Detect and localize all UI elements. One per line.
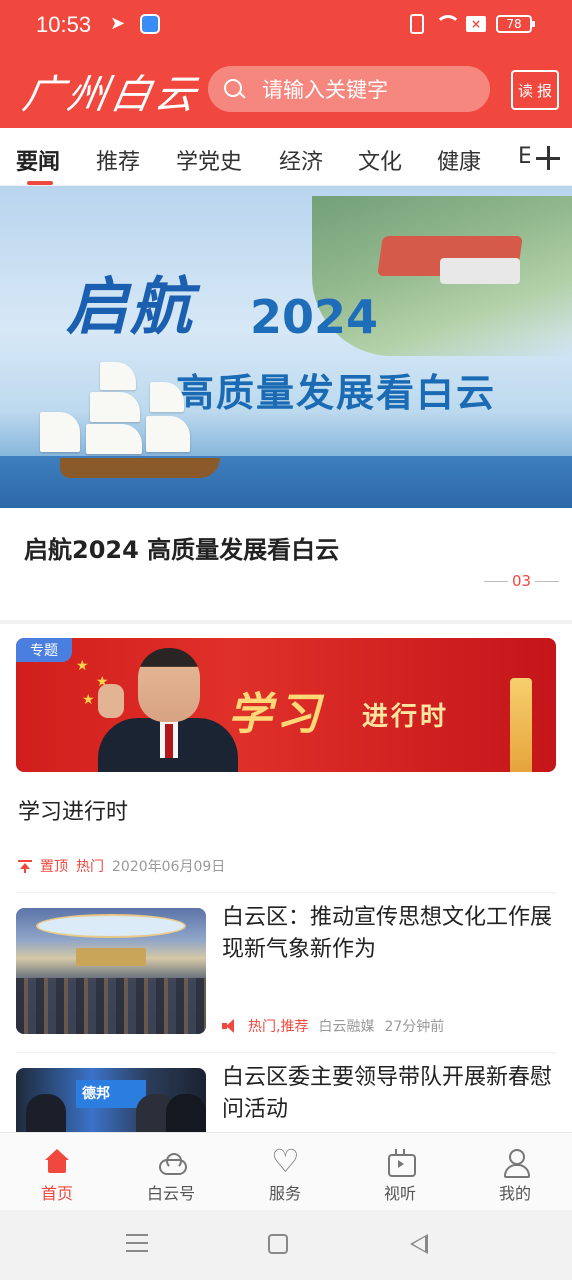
tab-health[interactable]: 健康 [437, 144, 481, 176]
hot-label: 热门 [76, 859, 104, 875]
nav-home[interactable]: 首页 [7, 1133, 107, 1211]
nav-label: 服务 [268, 1184, 301, 1203]
banner-caption[interactable]: 启航2024 高质量发展看白云 [24, 530, 339, 565]
news-thumbnail[interactable] [16, 908, 206, 1034]
tab-news[interactable]: 要闻 [16, 144, 60, 176]
sailing-ship-illustration [30, 362, 230, 482]
read-newspaper-button[interactable]: 读 报 [511, 70, 559, 110]
page-number: 03 [512, 572, 532, 590]
topic-heading[interactable]: 学习进行时 [18, 794, 128, 826]
user-icon [501, 1149, 530, 1178]
read-paper-char-2: 报 [537, 81, 553, 100]
vibrate-icon [410, 14, 424, 34]
tab-culture[interactable]: 文化 [358, 144, 402, 176]
add-channel-icon[interactable] [530, 140, 566, 176]
status-time: 10:53 [36, 12, 92, 37]
topic-image-subtitle: 进行时 [362, 702, 450, 732]
section-separator [0, 620, 572, 624]
thumbnail-sign: 德邦 [76, 1080, 146, 1108]
active-tab-indicator [27, 181, 53, 185]
nav-mine[interactable]: 我的 [465, 1133, 565, 1211]
headline-banner[interactable]: 启航 2024 高质量发展看白云 [0, 186, 572, 508]
nav-label: 白云号 [146, 1184, 195, 1203]
back-icon[interactable] [410, 1234, 428, 1254]
wifi-icon [434, 15, 461, 33]
nav-label: 视听 [383, 1184, 416, 1203]
heart-icon [271, 1141, 299, 1181]
speaker-icon [222, 1019, 238, 1033]
app-logo: 广州白云 [19, 72, 204, 118]
topic-date: 2020年06月09日 [112, 859, 226, 875]
status-bar: 10:53 ➤ × 78 [0, 0, 572, 52]
pinned-label: 置顶 [40, 859, 68, 875]
app-header: 10:53 ➤ × 78 广州白云 请输入关键字 读 报 [0, 0, 572, 128]
telegram-icon: ➤ [110, 13, 126, 34]
nav-baiyun-hao[interactable]: 白云号 [121, 1133, 221, 1211]
nav-video[interactable]: 视听 [350, 1133, 450, 1211]
system-navigation-bar [0, 1210, 572, 1280]
news-time: 27分钟前 [384, 1019, 445, 1035]
topic-banner[interactable]: 专题 ★ ★ ★ 学习 进行时 [16, 638, 556, 772]
sim-icon: × [466, 16, 486, 32]
battery-icon: 78 [496, 15, 535, 33]
search-bar[interactable]: 请输入关键字 [208, 66, 490, 112]
cloud-icon [157, 1149, 187, 1175]
tv-icon [386, 1149, 416, 1177]
news-title[interactable]: 白云区：推动宣传思想文化工作展现新气象新作为 [222, 902, 558, 966]
read-paper-char-1: 读 [517, 81, 533, 100]
search-placeholder: 请输入关键字 [262, 78, 388, 102]
news-meta: 热门,推荐 白云融媒 27分钟前 [222, 1016, 444, 1036]
topic-meta: 置顶 热门 2020年06月09日 [18, 856, 225, 876]
tab-party-history[interactable]: 学党史 [176, 144, 242, 176]
star-icon: ★ [76, 658, 89, 674]
huabiao-pillar-illustration [510, 678, 532, 772]
home-icon [43, 1149, 71, 1175]
home-button-icon[interactable] [268, 1234, 288, 1254]
tab-recommend[interactable]: 推荐 [96, 144, 140, 176]
app-notification-icon [140, 14, 160, 34]
system-status-icons: × 78 [410, 14, 535, 34]
nav-label: 我的 [498, 1184, 531, 1203]
banner-title-calligraphy: 启航 [66, 270, 195, 343]
recent-apps-icon[interactable] [126, 1234, 148, 1252]
news-title[interactable]: 白云区委主要领导带队开展新春慰问活动 [222, 1062, 558, 1126]
channel-tabs: 要闻 推荐 学党史 经济 文化 健康 E [0, 128, 572, 186]
divider [16, 1052, 556, 1053]
news-source: 白云融媒 [318, 1019, 375, 1035]
topic-image-title: 学习 [228, 689, 324, 740]
portrait-image [88, 648, 238, 772]
topic-tag: 专题 [16, 638, 72, 662]
divider [16, 892, 556, 893]
pin-icon [18, 859, 32, 873]
tab-economy[interactable]: 经济 [279, 144, 323, 176]
nav-label: 首页 [40, 1184, 73, 1203]
news-tags: 热门,推荐 [248, 1019, 309, 1035]
banner-building-white [440, 258, 520, 284]
bottom-navigation: 首页 白云号 服务 视听 我的 [0, 1132, 572, 1210]
notification-icons: ➤ [110, 14, 160, 34]
nav-services[interactable]: 服务 [235, 1133, 335, 1211]
search-icon [222, 77, 246, 101]
banner-page-indicator: 03 [484, 572, 560, 590]
banner-year: 2024 [250, 290, 379, 344]
